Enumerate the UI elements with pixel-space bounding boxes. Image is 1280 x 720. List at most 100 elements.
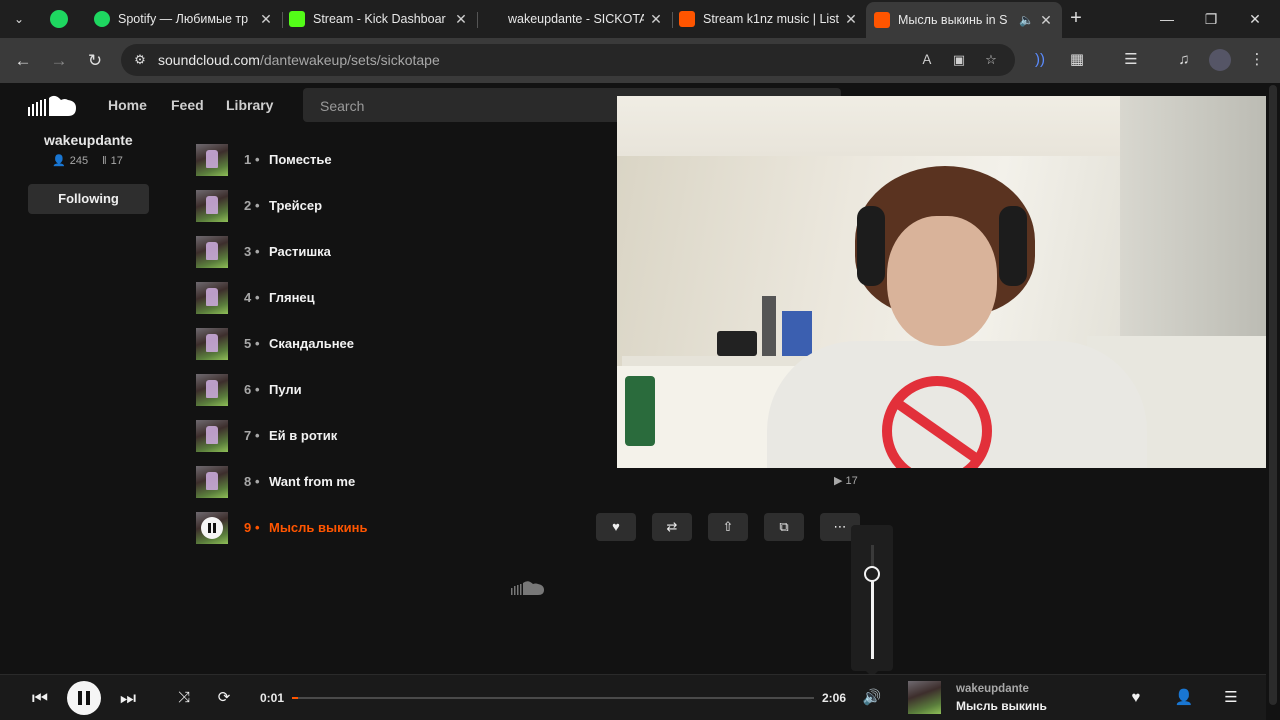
track-pause-icon[interactable] xyxy=(201,517,223,539)
volume-fill xyxy=(871,573,874,659)
nav-feed[interactable]: Feed xyxy=(171,97,204,113)
track-title[interactable]: Пули xyxy=(269,382,302,397)
repost-icon[interactable]: ⇄ xyxy=(652,513,692,541)
forward-icon[interactable]: → xyxy=(47,49,71,73)
volume-speaker-icon[interactable]: 🔊 xyxy=(860,686,884,710)
previous-track-icon[interactable]: ⏮ xyxy=(28,686,52,710)
track-row[interactable]: 2 • Трейсер xyxy=(196,190,616,222)
profile-name[interactable]: wakeupdante xyxy=(44,132,133,148)
tab-kick[interactable]: Stream - Kick Dashboar ✕ xyxy=(281,4,478,34)
progress-bar[interactable] xyxy=(292,697,814,699)
now-playing-artwork[interactable] xyxy=(908,681,941,714)
track-row[interactable]: 9 • Мысль выкинь xyxy=(196,512,616,544)
new-tab-button[interactable]: + xyxy=(1066,8,1086,30)
soundcloud-logo-icon[interactable] xyxy=(28,94,78,118)
url-text[interactable]: soundcloud.com/dantewakeup/sets/sickotap… xyxy=(158,52,440,68)
nav-library[interactable]: Library xyxy=(226,97,273,113)
address-bar[interactable]: ⚙ soundcloud.com/dantewakeup/sets/sickot… xyxy=(121,44,1015,76)
following-button[interactable]: Following xyxy=(28,184,149,214)
track-artwork[interactable] xyxy=(196,466,228,498)
follow-user-icon[interactable]: 👤 xyxy=(1172,686,1196,710)
copy-link-icon[interactable]: ⧉ xyxy=(764,513,804,541)
track-row[interactable]: 1 • Поместье xyxy=(196,144,616,176)
webcam-box xyxy=(782,311,812,356)
track-row[interactable]: 4 • Глянец xyxy=(196,282,616,314)
track-artwork[interactable] xyxy=(196,282,228,314)
close-icon[interactable]: ✕ xyxy=(453,11,469,28)
track-row[interactable]: 8 • Want from me xyxy=(196,466,616,498)
tab-k1nz[interactable]: Stream k1nz music | List ✕ xyxy=(671,4,867,34)
share-icon[interactable]: ⇧ xyxy=(708,513,748,541)
track-number: 9 xyxy=(244,520,252,535)
track-artwork[interactable] xyxy=(196,144,228,176)
track-artwork[interactable] xyxy=(196,190,228,222)
track-row[interactable]: 5 • Скандальнее xyxy=(196,328,616,360)
track-title[interactable]: Поместье xyxy=(269,152,332,167)
scrollbar-thumb[interactable] xyxy=(1269,85,1277,705)
volume-slider-popup[interactable] xyxy=(851,525,893,671)
volume-handle[interactable] xyxy=(864,565,880,582)
extensions-puzzle-icon[interactable]: ▦ xyxy=(1066,49,1088,71)
track-artwork[interactable] xyxy=(196,512,228,544)
pinned-spotify-tab-icon[interactable] xyxy=(50,10,68,28)
track-row[interactable]: 6 • Пули xyxy=(196,374,616,406)
track-title[interactable]: Мысль выкинь xyxy=(269,520,367,535)
queue-list-icon[interactable]: ☰ xyxy=(1219,686,1243,710)
next-track-icon[interactable]: ⏭ xyxy=(116,686,140,710)
reload-icon[interactable]: ↻ xyxy=(83,49,107,73)
nav-home[interactable]: Home xyxy=(108,97,147,113)
close-icon[interactable]: ✕ xyxy=(648,11,664,28)
soundcloud-icon xyxy=(874,12,890,28)
waveform-icon: ‖ xyxy=(102,154,107,167)
install-app-icon[interactable]: ▣ xyxy=(949,51,969,69)
tab-spotify[interactable]: Spotify — Любимые тр ✕ xyxy=(86,4,283,34)
bookmark-star-icon[interactable]: ☆ xyxy=(981,51,1001,69)
speaker-icon[interactable]: 🔈 xyxy=(1019,13,1034,27)
artwork-figure xyxy=(206,334,218,352)
followers-stat[interactable]: 👤 245 xyxy=(52,154,88,168)
track-row[interactable]: 7 • Ей в ротик xyxy=(196,420,616,452)
extension-wave-icon[interactable]: )) xyxy=(1029,49,1051,71)
shuffle-icon[interactable]: ⤨ xyxy=(172,686,196,710)
track-title[interactable]: Трейсер xyxy=(269,198,322,213)
track-number: 5 xyxy=(244,336,252,351)
track-title[interactable]: Глянец xyxy=(269,290,315,305)
now-playing-title[interactable]: Мысль выкинь xyxy=(956,699,1047,713)
player-bar: ⏮ ⏭ ⤨ ⟳ 0:01 2:06 🔊 wakeupdante Мысль вы… xyxy=(0,674,1266,720)
pause-button[interactable] xyxy=(67,681,101,715)
track-artwork[interactable] xyxy=(196,328,228,360)
now-playing-artist[interactable]: wakeupdante xyxy=(956,683,1029,695)
tab-active-track[interactable]: Мысль выкинь in S 🔈 ✕ xyxy=(866,2,1062,38)
maximize-icon[interactable]: ❐ xyxy=(1200,8,1222,30)
search-placeholder: Search xyxy=(320,98,365,114)
repeat-icon[interactable]: ⟳ xyxy=(212,686,236,710)
like-heart-icon[interactable]: ♥ xyxy=(1124,686,1148,710)
menu-kebab-icon[interactable]: ⋮ xyxy=(1246,49,1268,71)
reading-list-icon[interactable]: ☰ xyxy=(1120,49,1142,71)
site-info-icon[interactable]: ⚙ xyxy=(131,51,149,69)
close-icon[interactable]: ✕ xyxy=(1038,12,1054,29)
tab-wakeupdante[interactable]: wakeupdante - SICKOTA ✕ xyxy=(476,4,673,34)
media-control-icon[interactable]: ♫ xyxy=(1173,49,1195,71)
profile-avatar[interactable] xyxy=(1209,49,1231,71)
track-number: 6 xyxy=(244,382,252,397)
track-artwork[interactable] xyxy=(196,374,228,406)
tracks-stat[interactable]: ‖ 17 xyxy=(102,154,123,167)
track-artwork[interactable] xyxy=(196,236,228,268)
back-icon[interactable]: ← xyxy=(11,49,35,73)
track-row[interactable]: 3 • Растишка xyxy=(196,236,616,268)
tab-search-chevron-icon[interactable]: ⌄ xyxy=(8,8,30,30)
webcam-bottle xyxy=(762,296,776,356)
minimize-icon[interactable]: — xyxy=(1156,8,1178,30)
page-scrollbar[interactable] xyxy=(1266,83,1280,720)
like-heart-icon[interactable]: ♥ xyxy=(596,513,636,541)
track-artwork[interactable] xyxy=(196,420,228,452)
close-icon[interactable]: ✕ xyxy=(843,11,859,28)
track-title[interactable]: Want from me xyxy=(269,474,355,489)
close-window-icon[interactable]: ✕ xyxy=(1244,8,1266,30)
track-title[interactable]: Скандальнее xyxy=(269,336,354,351)
track-title[interactable]: Растишка xyxy=(269,244,331,259)
track-title[interactable]: Ей в ротик xyxy=(269,428,337,443)
translate-icon[interactable]: Ａ xyxy=(917,51,937,69)
close-icon[interactable]: ✕ xyxy=(258,11,274,28)
